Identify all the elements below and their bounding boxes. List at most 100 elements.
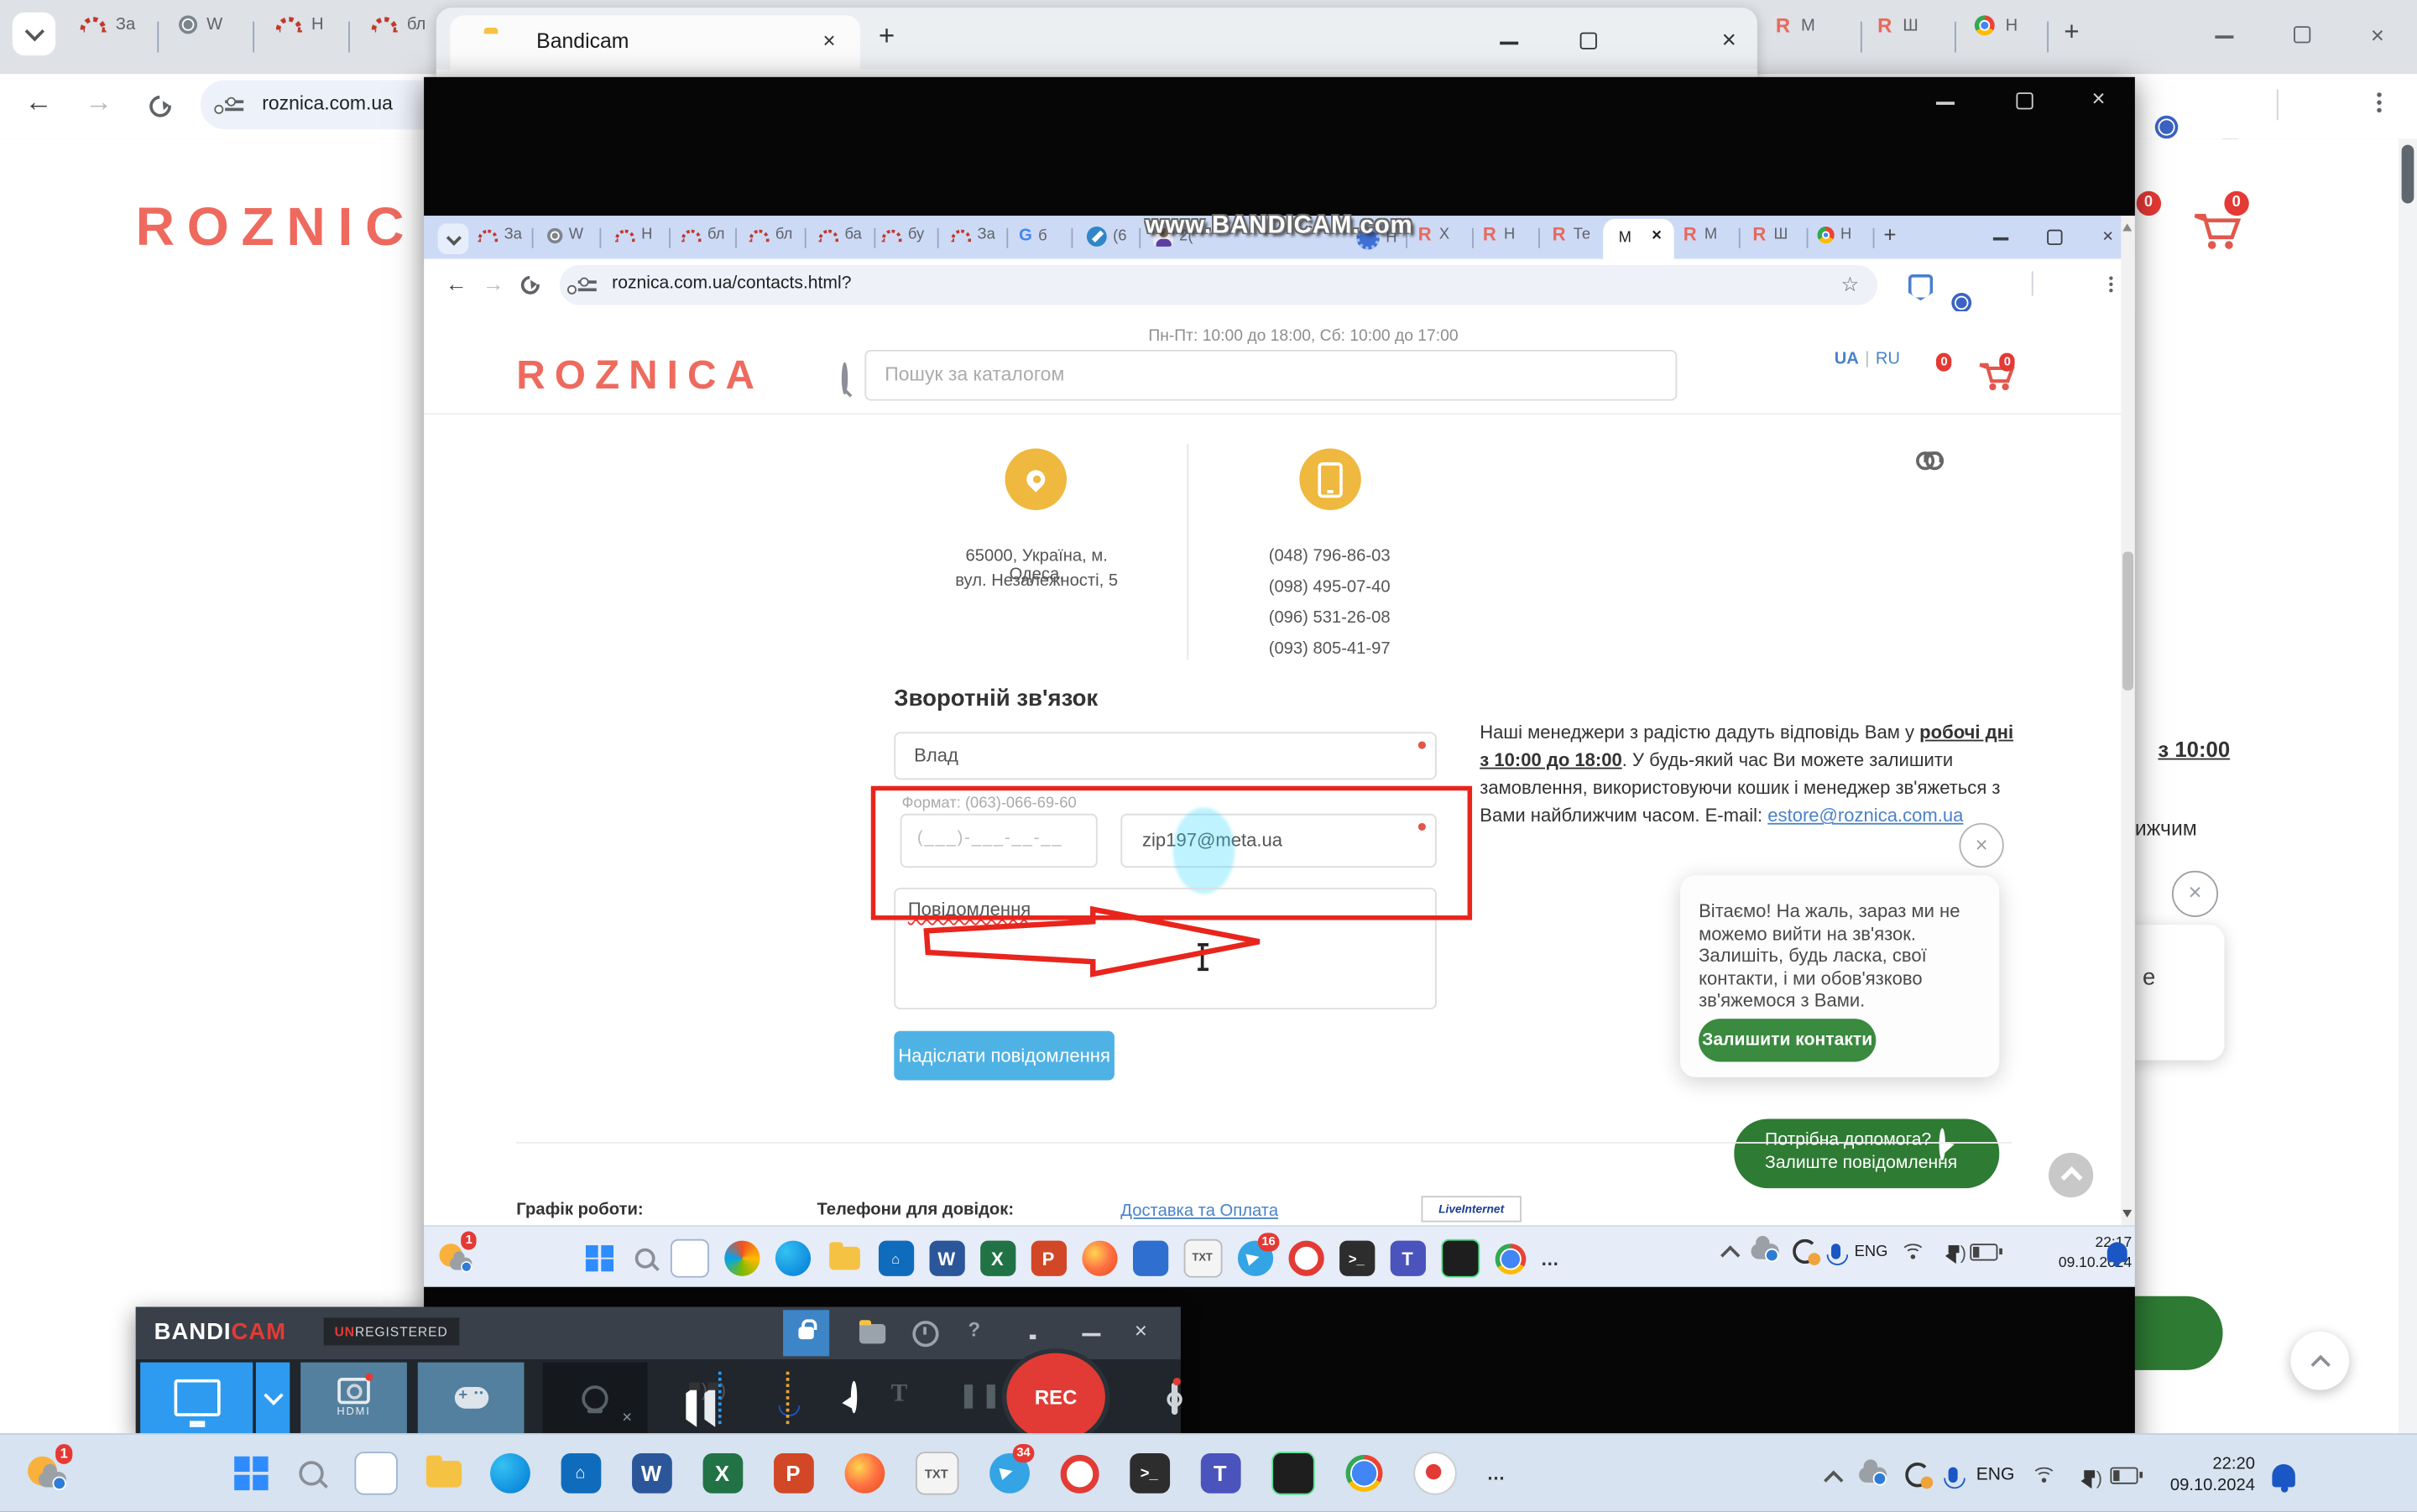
language-indicator[interactable]: ENG xyxy=(1976,1466,2015,1484)
language-switcher[interactable]: UA | RU xyxy=(1835,350,1900,368)
scrollbar-thumb[interactable] xyxy=(2122,552,2133,691)
video-close-button[interactable]: × xyxy=(2091,86,2105,112)
taskbar-more-icon[interactable]: … xyxy=(1487,1462,1507,1484)
video-minimize-button[interactable] xyxy=(1936,102,1955,105)
speaker-icon[interactable] xyxy=(678,1385,697,1427)
leave-contacts-button[interactable]: Залишити контакти xyxy=(1699,1019,1876,1061)
inner-tab-13[interactable]: RН xyxy=(1483,225,1515,243)
search-icon[interactable] xyxy=(842,362,848,395)
inner-tab-1[interactable]: W xyxy=(547,227,583,243)
firefox-icon[interactable] xyxy=(1081,1241,1116,1276)
inner-browser-menu-icon[interactable] xyxy=(2109,276,2112,292)
email-link[interactable]: estore@roznica.com.ua xyxy=(1767,805,1963,826)
compare-icon[interactable] xyxy=(1916,451,1944,470)
teams-icon[interactable]: T xyxy=(1200,1453,1240,1494)
mic-icon[interactable] xyxy=(1831,1243,1840,1259)
taskview-icon[interactable] xyxy=(354,1452,397,1494)
volume-icon[interactable] xyxy=(1937,1249,1955,1264)
output-folder-icon[interactable] xyxy=(859,1324,885,1343)
outer-tab-3[interactable]: Н xyxy=(276,15,324,34)
inner-tab-9[interactable]: (6 xyxy=(1087,227,1127,247)
word-icon[interactable]: W xyxy=(631,1453,671,1494)
explorer-active-tab[interactable]: Bandicam × xyxy=(450,15,860,69)
opera-icon[interactable] xyxy=(1060,1454,1099,1493)
outer-tab-h[interactable]: Н xyxy=(1975,15,2018,35)
outer-tab-4[interactable]: бл xyxy=(372,15,426,34)
explorer-minimize-button[interactable] xyxy=(1500,42,1518,45)
mic-icon[interactable] xyxy=(1949,1468,1958,1483)
pycharm-icon[interactable] xyxy=(1271,1452,1313,1494)
taskview-icon[interactable] xyxy=(670,1239,708,1278)
volume-icon[interactable] xyxy=(2073,1473,2091,1488)
pycharm-icon[interactable] xyxy=(1440,1239,1479,1278)
inner-close-button[interactable]: × xyxy=(2102,225,2113,247)
chrome-icon[interactable] xyxy=(1495,1243,1526,1274)
forward-button[interactable]: → xyxy=(85,86,112,119)
onedrive-icon[interactable] xyxy=(1859,1468,1887,1483)
excel-icon[interactable]: X xyxy=(702,1453,743,1494)
outer-url-bar[interactable]: roznica.com.ua xyxy=(201,81,447,130)
inner-tab-8[interactable]: Gб xyxy=(1019,227,1047,245)
bandicam-tray-icon[interactable] xyxy=(1412,1452,1455,1494)
word-icon[interactable]: W xyxy=(929,1241,964,1276)
screenshot-camera-icon[interactable] xyxy=(1172,1383,1177,1416)
powerpoint-icon[interactable]: P xyxy=(773,1453,813,1494)
outer-scrollbar[interactable] xyxy=(2399,138,2417,1433)
scroll-down-arrow[interactable] xyxy=(2122,1210,2132,1223)
inner-restore-button[interactable] xyxy=(2047,230,2062,245)
back-button[interactable]: ← xyxy=(24,86,52,119)
liveinternet-badge[interactable]: LiveInternet xyxy=(1421,1196,1521,1222)
explorer-maximize-button[interactable] xyxy=(1580,33,1597,50)
inner-forward-button[interactable]: → xyxy=(483,271,504,295)
inner-minimize-button[interactable] xyxy=(1993,237,2008,241)
inner-active-tab[interactable]: М × xyxy=(1603,219,1673,259)
cart-icon[interactable] xyxy=(2192,212,2242,253)
inner-tab-12[interactable]: RХ xyxy=(1418,225,1449,243)
schedule-clock-icon[interactable] xyxy=(912,1321,938,1347)
inner-tab-2[interactable]: Н xyxy=(615,227,653,243)
hdmi-mode-tile[interactable]: HDMI xyxy=(300,1363,407,1433)
txt-icon[interactable]: TXT xyxy=(1183,1239,1222,1278)
delivery-link[interactable]: Доставка та Оплата xyxy=(1120,1202,1278,1221)
chrome-icon[interactable] xyxy=(1345,1455,1382,1492)
help-pill[interactable]: Потрібна допомога? Залиште повідомлення xyxy=(1734,1118,1999,1188)
inner-tab-7[interactable]: За xyxy=(951,227,995,243)
terminal-icon[interactable]: >_ xyxy=(1129,1453,1169,1494)
scrollbar-thumb[interactable] xyxy=(2402,145,2414,204)
inner-tab-6[interactable]: бу xyxy=(882,227,925,243)
tray-chevron-icon[interactable] xyxy=(1720,1245,1740,1264)
store-icon[interactable]: ⌂ xyxy=(561,1453,601,1494)
store-icon[interactable]: ⌂ xyxy=(878,1241,913,1276)
screen-mode-tile[interactable] xyxy=(140,1363,253,1433)
minimize-button[interactable] xyxy=(2215,35,2233,39)
pause-icon[interactable]: ❚❚ xyxy=(958,1381,1004,1409)
tab-close-icon[interactable]: × xyxy=(1652,227,1662,245)
update-icon[interactable] xyxy=(1905,1462,1929,1487)
outer-tab-1[interactable]: За xyxy=(81,15,136,34)
outer-scroll-top-button[interactable] xyxy=(2290,1332,2349,1390)
new-tab-button[interactable]: + xyxy=(2064,17,2079,48)
search-icon[interactable] xyxy=(634,1249,655,1269)
explorer-close-button[interactable]: × xyxy=(1722,28,1736,55)
outer-tab-m[interactable]: RМ xyxy=(1776,15,1815,35)
inner-back-button[interactable]: ← xyxy=(446,271,467,295)
tab-close-icon[interactable]: × xyxy=(822,28,835,52)
click-effect-icon[interactable] xyxy=(851,1381,857,1414)
inner-tab-5[interactable]: ба xyxy=(818,227,862,243)
webcam-tile-disabled[interactable]: × xyxy=(543,1363,648,1433)
tab-search-chevron-button[interactable] xyxy=(13,13,55,55)
tray-chevron-icon[interactable] xyxy=(1824,1470,1843,1489)
restore-button[interactable] xyxy=(2294,26,2310,43)
inner-new-tab-button[interactable]: + xyxy=(1883,222,1896,246)
name-input[interactable]: Влад xyxy=(894,732,1437,779)
inner-url-bar[interactable]: roznica.com.ua/contacts.html? ☆ xyxy=(560,265,1877,305)
lock-button[interactable] xyxy=(783,1310,829,1356)
extension-globe-icon[interactable] xyxy=(1951,293,1971,313)
powerpoint-icon[interactable]: P xyxy=(1031,1241,1066,1276)
catalog-search-field[interactable]: Пошук за каталогом xyxy=(864,350,1677,401)
inner-tab-3[interactable]: бл xyxy=(681,227,725,243)
video-maximize-button[interactable] xyxy=(2016,92,2033,109)
inner-tab-16[interactable]: RМ xyxy=(1684,225,1717,243)
scroll-top-button[interactable] xyxy=(2049,1153,2093,1197)
game-mode-tile[interactable] xyxy=(418,1363,525,1433)
